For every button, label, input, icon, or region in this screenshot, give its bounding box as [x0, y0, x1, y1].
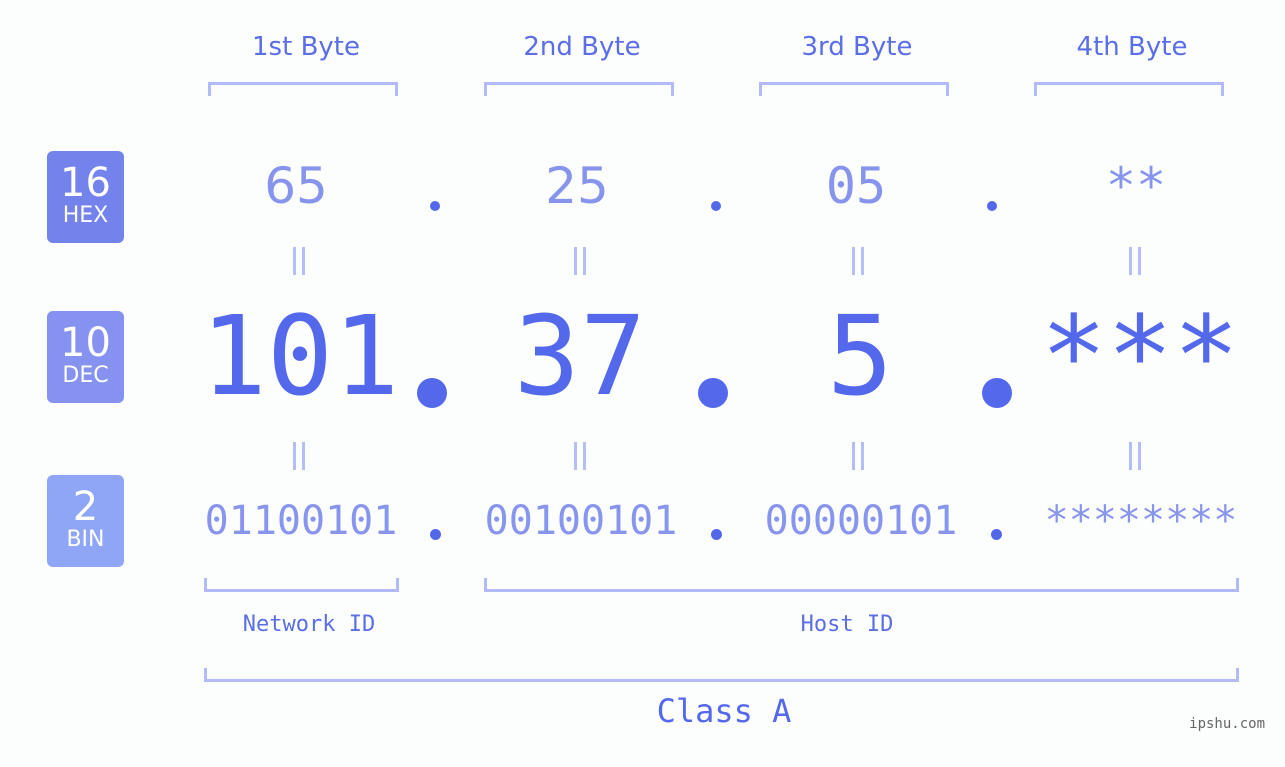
- hex-byte-3: 05: [825, 157, 887, 215]
- class-bracket: [204, 668, 1239, 682]
- bin-base-number: 2: [72, 484, 99, 530]
- equals-mark: [1128, 442, 1142, 470]
- hex-byte-1: 65: [264, 157, 328, 215]
- hex-byte-2: 25: [545, 157, 609, 215]
- equals-mark: [292, 247, 306, 275]
- dec-byte-4: ***: [1040, 292, 1240, 420]
- hex-base-number: 16: [60, 160, 111, 206]
- hex-separator-dot-3: [987, 201, 997, 211]
- dec-base-number: 10: [60, 320, 111, 366]
- dec-separator-dot-3: [982, 378, 1012, 408]
- equals-mark: [573, 442, 587, 470]
- dec-byte-2: 37: [513, 292, 647, 420]
- equals-mark: [851, 247, 865, 275]
- network-id-bracket: [204, 578, 399, 592]
- bin-separator-dot-1: [430, 529, 441, 540]
- host-id-bracket: [484, 578, 1239, 592]
- hex-byte-4: **: [1105, 157, 1167, 215]
- byte-bracket-4: [1034, 82, 1224, 96]
- bin-byte-4: ********: [1044, 498, 1238, 544]
- dec-separator-dot-1: [417, 378, 447, 408]
- byte-header-4: 4th Byte: [1076, 32, 1188, 62]
- bin-separator-dot-2: [711, 529, 722, 540]
- bin-byte-1: 01100101: [204, 498, 398, 544]
- byte-header-1: 1st Byte: [252, 32, 360, 62]
- bin-separator-dot-3: [991, 529, 1002, 540]
- byte-header-2: 2nd Byte: [523, 32, 641, 62]
- dec-byte-1: 101: [200, 292, 400, 420]
- bin-byte-2: 00100101: [484, 498, 678, 544]
- bin-base-label: BIN: [66, 527, 105, 552]
- bin-byte-3: 00000101: [764, 498, 958, 544]
- hex-badge: 16 HEX: [47, 151, 124, 243]
- equals-mark: [573, 247, 587, 275]
- host-id-label: Host ID: [800, 612, 894, 637]
- hex-separator-dot-2: [711, 201, 721, 211]
- hex-base-label: HEX: [62, 203, 109, 228]
- equals-mark: [292, 442, 306, 470]
- hex-separator-dot-1: [430, 201, 440, 211]
- dec-badge: 10 DEC: [47, 311, 124, 403]
- dec-base-label: DEC: [62, 363, 109, 388]
- network-id-label: Network ID: [242, 612, 376, 637]
- byte-header-3: 3rd Byte: [801, 32, 913, 62]
- dec-separator-dot-2: [698, 378, 728, 408]
- watermark: ipshu.com: [1189, 716, 1265, 732]
- dec-byte-3: 5: [826, 292, 894, 420]
- bin-badge: 2 BIN: [47, 475, 124, 567]
- equals-mark: [851, 442, 865, 470]
- byte-bracket-1: [208, 82, 398, 96]
- equals-mark: [1128, 247, 1142, 275]
- byte-bracket-2: [484, 82, 674, 96]
- class-label: Class A: [656, 692, 792, 730]
- byte-bracket-3: [759, 82, 949, 96]
